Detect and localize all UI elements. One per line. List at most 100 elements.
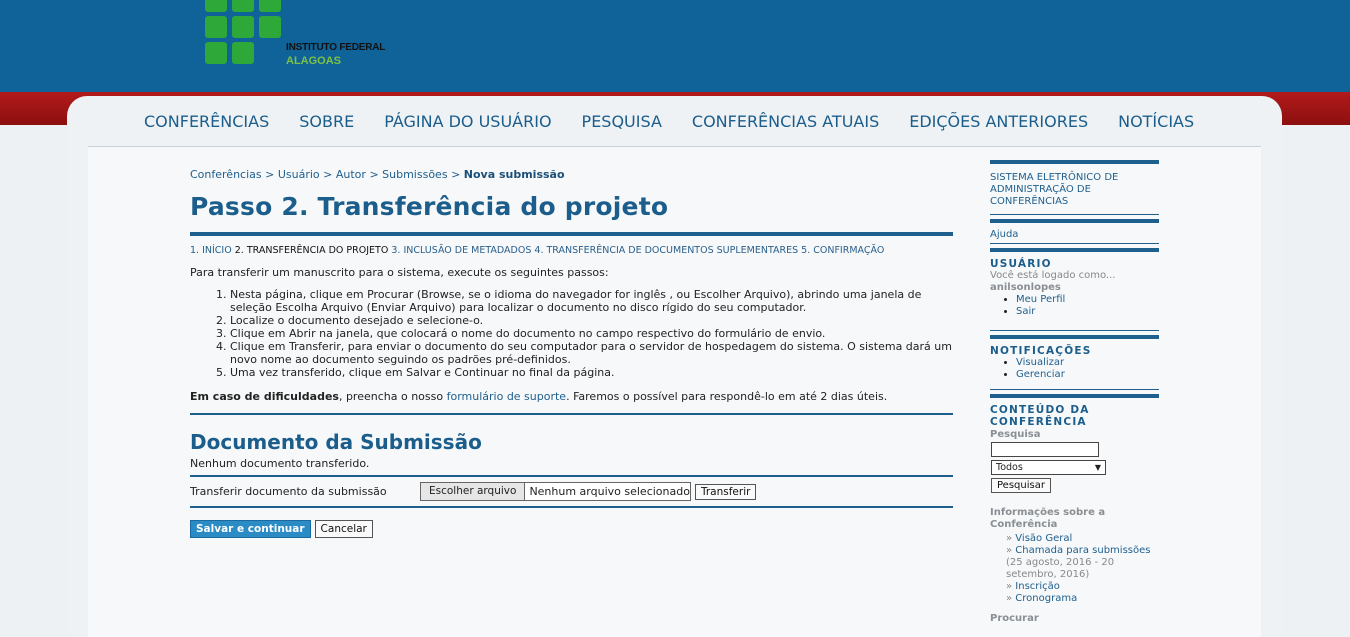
user-links: Meu Perfil Sair bbox=[990, 294, 1159, 318]
help-link[interactable]: Ajuda bbox=[990, 229, 1018, 240]
help-block: Ajuda bbox=[990, 229, 1159, 240]
help-before-link: , preencha o nosso bbox=[338, 390, 447, 403]
logo-square-icon bbox=[205, 42, 227, 64]
logo-text-line2: ALAGOAS bbox=[286, 55, 341, 67]
logo-square-icon bbox=[232, 16, 254, 38]
save-continue-button[interactable]: Salvar e continuar bbox=[190, 520, 311, 538]
sidebar-divider bbox=[990, 248, 1159, 252]
instructions-list: Nesta página, clique em Procurar (Browse… bbox=[190, 288, 953, 379]
no-file-selected: Nenhum arquivo selecionado bbox=[525, 483, 690, 500]
search-label: Pesquisa bbox=[990, 429, 1041, 440]
user-heading: USUÁRIO bbox=[990, 258, 1052, 270]
step-1-link[interactable]: 1. INÍCIO bbox=[190, 245, 232, 256]
page-title: Passo 2. Transferência do projeto bbox=[190, 192, 669, 221]
instruction-item: Localize o documento desejado e selecion… bbox=[230, 314, 953, 327]
breadcrumb-usuario[interactable]: Usuário bbox=[278, 168, 320, 181]
breadcrumb-current: Nova submissão bbox=[463, 168, 565, 181]
title-divider bbox=[190, 232, 953, 236]
nav-item-pagina-usuario[interactable]: PÁGINA DO USUÁRIO bbox=[384, 112, 551, 131]
sidebar-divider bbox=[990, 389, 1159, 390]
info-links: » Visão Geral » Chamada para submissões … bbox=[990, 533, 1159, 605]
file-input[interactable]: Escolher arquivo Nenhum arquivo selecion… bbox=[420, 482, 691, 501]
registration-link[interactable]: Inscrição bbox=[1015, 581, 1060, 592]
step-3: 3. INCLUSÃO DE METADADOS bbox=[391, 245, 532, 256]
nav-item-sobre[interactable]: SOBRE bbox=[299, 112, 354, 131]
no-document-text: Nenhum documento transferido. bbox=[190, 457, 370, 470]
nav-item-conferencias[interactable]: CONFERÊNCIAS bbox=[144, 112, 269, 131]
intro-text: Para transferir um manuscrito para o sis… bbox=[190, 266, 609, 279]
logo[interactable]: INSTITUTO FEDERAL ALAGOAS bbox=[205, 0, 405, 70]
info-heading: Informações sobre a Conferência bbox=[990, 507, 1106, 530]
logo-square-icon bbox=[205, 16, 227, 38]
step-2-current: 2. TRANSFERÊNCIA DO PROJETO bbox=[234, 245, 389, 256]
view-notifications-link[interactable]: Visualizar bbox=[1016, 357, 1064, 368]
breadcrumb: Conferências > Usuário > Autor > Submiss… bbox=[190, 168, 953, 181]
system-block: SISTEMA ELETRÔNICO DE ADMINISTRAÇÃO DE C… bbox=[990, 172, 1159, 208]
notifications-block: NOTIFICAÇÕES Visualizar Gerenciar bbox=[990, 345, 1159, 381]
chevron-down-icon: ▼ bbox=[1094, 463, 1101, 472]
schedule-link[interactable]: Cronograma bbox=[1015, 593, 1077, 604]
instruction-item: Nesta página, clique em Procurar (Browse… bbox=[230, 288, 953, 314]
help-after-link: . Faremos o possível para respondê-lo em… bbox=[566, 390, 888, 403]
help-text: Em caso de dificuldades, preencha o noss… bbox=[190, 390, 953, 403]
browse-heading: Procurar bbox=[990, 613, 1039, 624]
step-4: 4. TRANSFERÊNCIA DE DOCUMENTOS SUPLEMENT… bbox=[534, 245, 799, 256]
raquo-icon: » bbox=[1006, 581, 1016, 592]
logo-text-line1: INSTITUTO FEDERAL bbox=[286, 42, 386, 53]
header-band bbox=[0, 0, 1350, 92]
upload-field-label: Transferir documento da submissão bbox=[190, 485, 387, 498]
breadcrumb-autor[interactable]: Autor bbox=[336, 168, 366, 181]
sidebar-divider bbox=[990, 394, 1159, 398]
support-form-link[interactable]: formulário de suporte bbox=[447, 390, 567, 403]
section-divider bbox=[190, 413, 953, 415]
breadcrumb-submissoes[interactable]: Submissões bbox=[382, 168, 447, 181]
choose-file-button[interactable]: Escolher arquivo bbox=[421, 483, 526, 500]
nav-item-conferencias-atuais[interactable]: CONFERÊNCIAS ATUAIS bbox=[692, 112, 879, 131]
search-scope-select[interactable]: Todos ▼ bbox=[991, 460, 1106, 475]
raquo-icon: » bbox=[1006, 545, 1016, 556]
instruction-item: Uma vez transferido, clique em Salvar e … bbox=[230, 366, 953, 379]
upload-divider-bottom bbox=[190, 506, 953, 508]
notification-links: Visualizar Gerenciar bbox=[990, 357, 1159, 381]
notifications-heading: NOTIFICAÇÕES bbox=[990, 345, 1092, 357]
nav-item-noticias[interactable]: NOTÍCIAS bbox=[1118, 112, 1194, 131]
logo-square-icon bbox=[232, 0, 254, 12]
breadcrumb-sep: > bbox=[369, 168, 379, 181]
sidebar-divider bbox=[990, 335, 1159, 339]
username: anilsonlopes bbox=[990, 282, 1061, 293]
logo-square-icon bbox=[205, 0, 227, 12]
content-block: CONTEÚDO DA CONFERÊNCIA Pesquisa Todos ▼… bbox=[990, 404, 1159, 493]
form-actions: Salvar e continuar Cancelar bbox=[190, 520, 953, 538]
call-for-papers-link[interactable]: Chamada para submissões bbox=[1015, 545, 1150, 556]
main-nav: CONFERÊNCIAS SOBRE PÁGINA DO USUÁRIO PES… bbox=[144, 112, 1224, 131]
nav-item-pesquisa[interactable]: PESQUISA bbox=[582, 112, 662, 131]
sidebar-divider bbox=[990, 214, 1159, 215]
call-dates: (25 agosto, 2016 - 20 setembro, 2016) bbox=[1006, 557, 1115, 580]
nav-item-edicoes-anteriores[interactable]: EDIÇÕES ANTERIORES bbox=[909, 112, 1088, 131]
overview-link[interactable]: Visão Geral bbox=[1015, 533, 1072, 544]
step-tracker: 1. INÍCIO 2. TRANSFERÊNCIA DO PROJETO 3.… bbox=[190, 245, 953, 256]
search-button[interactable]: Pesquisar bbox=[991, 478, 1051, 493]
sidebar: SISTEMA ELETRÔNICO DE ADMINISTRAÇÃO DE C… bbox=[990, 160, 1159, 624]
my-profile-link[interactable]: Meu Perfil bbox=[1016, 294, 1065, 305]
system-link[interactable]: SISTEMA ELETRÔNICO DE ADMINISTRAÇÃO DE C… bbox=[990, 172, 1118, 207]
breadcrumb-sep: > bbox=[323, 168, 333, 181]
upload-button[interactable]: Transferir bbox=[694, 483, 757, 500]
breadcrumb-conferencias[interactable]: Conferências bbox=[190, 168, 262, 181]
sidebar-divider bbox=[990, 330, 1159, 331]
logo-square-icon bbox=[259, 16, 281, 38]
breadcrumb-sep: > bbox=[265, 168, 275, 181]
help-bold: Em caso de dificuldades bbox=[190, 390, 339, 403]
instruction-item: Clique em Abrir na janela, que colocará … bbox=[230, 327, 953, 340]
logged-as-text: Você está logado como... bbox=[990, 270, 1116, 281]
logo-square-icon bbox=[232, 42, 254, 64]
cancel-button[interactable]: Cancelar bbox=[314, 520, 373, 538]
sidebar-divider bbox=[990, 160, 1159, 164]
logout-link[interactable]: Sair bbox=[1016, 306, 1035, 317]
manage-notifications-link[interactable]: Gerenciar bbox=[1016, 369, 1065, 380]
search-input[interactable] bbox=[991, 442, 1099, 457]
search-scope-value: Todos bbox=[996, 462, 1023, 473]
logo-square-icon bbox=[259, 0, 281, 12]
breadcrumb-sep: > bbox=[451, 168, 461, 181]
upload-row: Transferir documento da submissão Escolh… bbox=[190, 477, 953, 506]
